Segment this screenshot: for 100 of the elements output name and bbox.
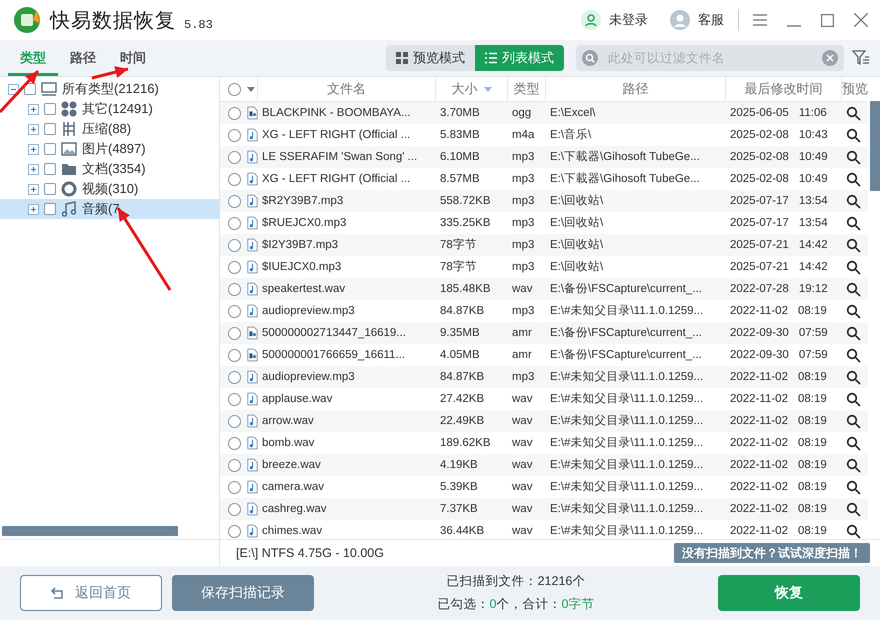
preview-icon[interactable] xyxy=(846,458,861,472)
back-home-button[interactable]: 返回首页 xyxy=(20,575,162,611)
scrollbar-thumb[interactable] xyxy=(870,101,880,191)
row-checkbox[interactable] xyxy=(228,370,241,384)
preview-icon[interactable] xyxy=(846,282,861,296)
row-checkbox[interactable] xyxy=(228,304,241,318)
row-checkbox[interactable] xyxy=(228,172,241,186)
tree-row[interactable]: 文档(3354) xyxy=(0,159,219,179)
audio-file-icon xyxy=(247,215,258,231)
support-link[interactable]: 客服 xyxy=(698,11,724,29)
preview-icon[interactable] xyxy=(846,524,861,538)
row-checkbox[interactable] xyxy=(228,480,241,494)
checkbox[interactable] xyxy=(24,83,36,95)
expand-toggle[interactable] xyxy=(28,104,39,114)
row-checkbox[interactable] xyxy=(228,128,241,142)
maximize-icon[interactable] xyxy=(821,14,834,26)
preview-icon[interactable] xyxy=(846,436,861,450)
view-mode-button[interactable]: 预览模式 xyxy=(386,45,475,71)
row-checkbox[interactable] xyxy=(228,414,241,428)
audio-file-icon xyxy=(247,457,258,473)
app-logo xyxy=(12,5,42,35)
preview-icon[interactable] xyxy=(846,194,861,208)
file-path: E:\#未知父目录\11.1.0.1259... xyxy=(549,524,704,538)
tree-item[interactable]: 所有类型(21216) xyxy=(62,80,159,98)
file-path: E:\回收站\ xyxy=(549,216,604,230)
row-checkbox[interactable] xyxy=(228,458,241,472)
recover-button[interactable]: 恢复 xyxy=(718,575,860,611)
collapse-toggle[interactable] xyxy=(8,84,19,94)
filter-icon[interactable] xyxy=(852,49,870,67)
row-checkbox[interactable] xyxy=(228,216,241,230)
preview-icon[interactable] xyxy=(846,480,861,494)
row-checkbox[interactable] xyxy=(228,326,241,340)
row-checkbox[interactable] xyxy=(228,502,241,516)
file-path: E:\音乐\ xyxy=(549,128,592,142)
column-header[interactable]: 路径 xyxy=(546,77,726,101)
preview-icon[interactable] xyxy=(846,260,861,274)
preview-icon[interactable] xyxy=(846,326,861,340)
close-icon[interactable] xyxy=(854,13,868,27)
tree-row[interactable]: 其它(12491) xyxy=(0,99,219,119)
column-header[interactable]: 文件名 xyxy=(258,77,436,101)
row-checkbox[interactable] xyxy=(228,150,241,164)
file-name: $RUEJCX0.mp3 xyxy=(261,216,348,230)
save-scan-button[interactable]: 保存扫描记录 xyxy=(172,575,314,611)
expand-toggle[interactable] xyxy=(28,144,39,154)
search-input[interactable]: 此处可以过滤文件名 xyxy=(606,50,814,66)
preview-icon[interactable] xyxy=(846,238,861,252)
column-header[interactable]: 预览 xyxy=(842,77,868,101)
user-icon[interactable] xyxy=(581,10,601,30)
preview-icon[interactable] xyxy=(846,502,861,516)
scrollbar-thumb[interactable] xyxy=(2,526,178,536)
column-header[interactable]: 最后修改时间 xyxy=(726,77,842,101)
view-mode-button[interactable]: 列表模式 xyxy=(475,45,564,71)
modified-time: 08:19 xyxy=(798,502,827,516)
select-all-checkbox[interactable] xyxy=(228,82,241,96)
audio-file-icon xyxy=(247,413,258,429)
preview-icon[interactable] xyxy=(846,348,861,362)
expand-toggle[interactable] xyxy=(28,184,39,194)
expand-toggle[interactable] xyxy=(28,164,39,174)
login-status[interactable]: 未登录 xyxy=(609,11,648,29)
row-checkbox[interactable] xyxy=(228,260,241,274)
checkbox[interactable] xyxy=(44,203,56,215)
preview-icon[interactable] xyxy=(846,150,861,164)
checkbox[interactable] xyxy=(44,183,56,195)
tree-row[interactable]: 音频(7 xyxy=(0,199,219,219)
audio-file-icon xyxy=(247,193,258,209)
tree-row[interactable]: 图片(4897) xyxy=(0,139,219,159)
preview-icon[interactable] xyxy=(846,370,861,384)
tree-row[interactable]: 视频(310) xyxy=(0,179,219,199)
column-header[interactable]: 类型 xyxy=(508,77,546,101)
search-box[interactable]: 此处可以过滤文件名 xyxy=(576,45,844,71)
preview-icon[interactable] xyxy=(846,172,861,186)
checkbox[interactable] xyxy=(44,123,56,135)
row-checkbox[interactable] xyxy=(228,282,241,296)
row-checkbox[interactable] xyxy=(228,524,241,538)
preview-icon[interactable] xyxy=(846,106,861,120)
preview-icon[interactable] xyxy=(846,304,861,318)
checkbox[interactable] xyxy=(44,103,56,115)
row-checkbox[interactable] xyxy=(228,194,241,208)
caret-icon[interactable] xyxy=(247,86,255,92)
checkbox[interactable] xyxy=(44,143,56,155)
preview-icon[interactable] xyxy=(846,392,861,406)
row-checkbox[interactable] xyxy=(228,392,241,406)
tab[interactable]: 路径 xyxy=(58,40,108,76)
column-header[interactable]: 大小 xyxy=(436,77,508,101)
tree-row[interactable]: 压缩(88) xyxy=(0,119,219,139)
preview-icon[interactable] xyxy=(846,216,861,230)
row-checkbox[interactable] xyxy=(228,238,241,252)
row-checkbox[interactable] xyxy=(228,436,241,450)
preview-icon[interactable] xyxy=(846,414,861,428)
checkbox[interactable] xyxy=(44,163,56,175)
clear-icon[interactable] xyxy=(822,50,838,66)
tab[interactable]: 时间 xyxy=(108,40,158,76)
deep-scan-button[interactable]: 没有扫描到文件？试试深度扫描！ xyxy=(674,543,870,563)
preview-icon[interactable] xyxy=(846,128,861,142)
expand-toggle[interactable] xyxy=(28,124,39,134)
file-type: wav xyxy=(511,502,534,516)
row-checkbox[interactable] xyxy=(228,106,241,120)
expand-toggle[interactable] xyxy=(28,204,39,214)
row-checkbox[interactable] xyxy=(228,348,241,362)
menu-icon[interactable] xyxy=(753,14,767,26)
